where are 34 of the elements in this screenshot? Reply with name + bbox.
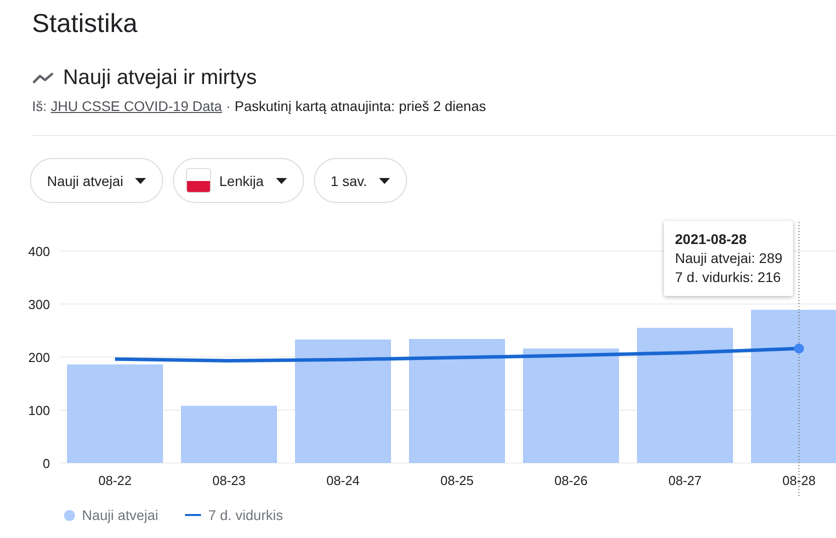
page-title: Statistika — [31, 7, 138, 40]
separator: · — [226, 98, 231, 114]
tooltip-line: Nauji atvejai: 289 — [675, 249, 782, 268]
source-label: Iš: — [32, 98, 47, 114]
x-tick-label: 08-27 — [668, 473, 702, 488]
y-tick-label: 0 — [42, 456, 50, 471]
tooltip-line: 7 d. vidurkis: 216 — [675, 268, 782, 287]
section-title: Nauji atvejai ir mirtys — [63, 66, 257, 90]
data-point — [794, 344, 804, 354]
y-tick-label: 300 — [28, 297, 50, 312]
x-tick-label: 08-22 — [98, 473, 132, 488]
x-tick-label: 08-25 — [440, 473, 474, 488]
filter-dropdown[interactable]: 1 sav. — [314, 158, 407, 203]
y-tick-label: 200 — [28, 350, 50, 365]
x-tick-label: 08-26 — [554, 473, 588, 488]
legend-line — [185, 514, 202, 516]
updated-text: Paskutinį kartą atnaujinta: prieš 2 dienas — [234, 98, 486, 114]
caret-icon — [378, 178, 390, 184]
legend-dot — [64, 510, 75, 520]
caret-icon — [135, 178, 146, 184]
source-link[interactable]: JHU CSSE COVID-19 Data — [50, 98, 222, 114]
x-tick-label: 08-24 — [326, 473, 360, 488]
flag-icon — [186, 168, 212, 193]
trend-line-icon — [32, 72, 54, 84]
y-tick-label: 400 — [28, 244, 50, 259]
caret-icon — [276, 178, 287, 184]
legend-label: 7 d. vidurkis — [208, 507, 283, 523]
x-tick-label: 08-23 — [212, 473, 246, 488]
tooltip-title: 2021-08-28 — [675, 230, 748, 249]
x-tick-label: 08-28 — [782, 473, 816, 488]
y-tick-label: 100 — [28, 403, 50, 418]
legend-label: Nauji atvejai — [82, 507, 158, 523]
filter-dropdown[interactable]: Lenkija — [173, 158, 304, 203]
filter-dropdown[interactable]: Nauji atvejai — [30, 158, 164, 203]
